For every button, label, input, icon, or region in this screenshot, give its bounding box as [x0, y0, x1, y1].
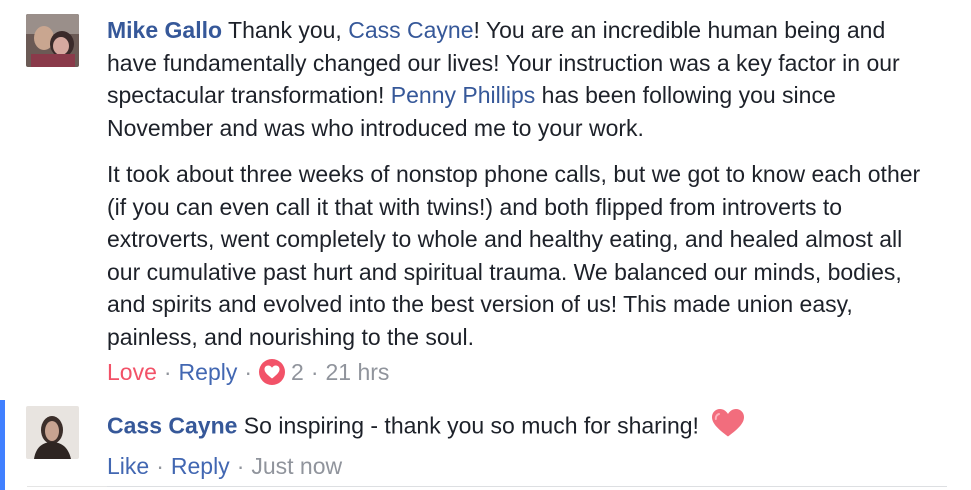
separator: · [310, 359, 319, 385]
mention-penny-phillips[interactable]: Penny Phillips [391, 82, 535, 108]
like-button[interactable]: Like [107, 451, 149, 481]
comment-body: Cass Cayne So inspiring - thank you so m… [107, 408, 937, 481]
comment-actions: Like · Reply · Just now [107, 451, 937, 481]
text-segment: Thank you, [222, 17, 349, 43]
author-name[interactable]: Mike Gallo [107, 17, 222, 43]
separator: · [236, 452, 245, 479]
heart-icon [264, 365, 280, 379]
text-segment: So inspiring - thank you so much for sha… [237, 412, 706, 439]
comment-actions: Love · Reply · 2 · 21 hrs [107, 357, 937, 387]
reaction-count[interactable]: 2 [291, 357, 304, 387]
reply-button[interactable]: Reply [179, 357, 238, 387]
active-reply-indicator [0, 400, 5, 490]
avatar-cass-cayne[interactable] [26, 406, 79, 459]
timestamp[interactable]: 21 hrs [326, 357, 390, 387]
heart-icon [712, 409, 745, 437]
reply-input-top-border [107, 486, 947, 487]
love-reaction-icon[interactable] [259, 359, 286, 385]
separator: · [163, 359, 172, 385]
comment-body: Mike Gallo Thank you, Cass Cayne! You ar… [107, 14, 937, 387]
mention-cass-cayne[interactable]: Cass Cayne [348, 17, 473, 43]
heart-emoji-icon [711, 408, 745, 447]
avatar-mike-gallo[interactable] [26, 14, 79, 67]
reply-button[interactable]: Reply [171, 451, 230, 481]
comment-text-paragraph-1: Mike Gallo Thank you, Cass Cayne! You ar… [107, 14, 937, 144]
love-reaction-button[interactable]: Love [107, 357, 157, 387]
avatar-photo [26, 406, 79, 459]
separator: · [156, 452, 164, 479]
avatar-photo [26, 14, 79, 67]
author-name[interactable]: Cass Cayne [107, 412, 237, 438]
separator: · [244, 359, 253, 385]
comment-text-paragraph-2: It took about three weeks of nonstop pho… [107, 161, 921, 350]
comment-text: Cass Cayne So inspiring - thank you so m… [107, 408, 937, 447]
timestamp[interactable]: Just now [251, 451, 342, 481]
